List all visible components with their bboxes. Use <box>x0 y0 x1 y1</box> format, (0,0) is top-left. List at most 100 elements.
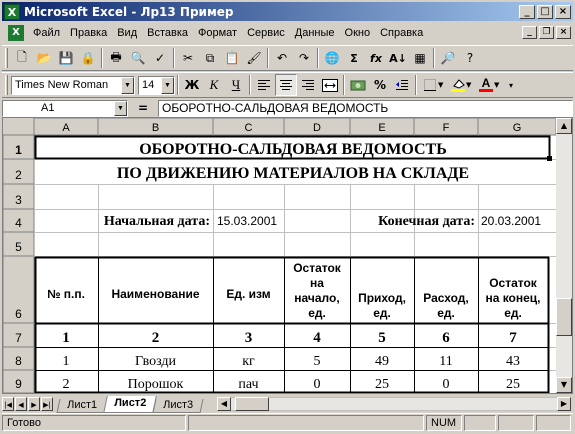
hscroll-thumb[interactable] <box>235 397 269 411</box>
table-cell: пач <box>238 377 258 392</box>
copy-icon[interactable]: ⧉ <box>199 47 221 69</box>
menu-item[interactable]: Вставка <box>142 27 193 39</box>
toolbar-separator <box>317 48 319 68</box>
scroll-left-icon[interactable]: ◀ <box>217 397 231 411</box>
italic-button[interactable]: К <box>203 74 225 96</box>
bold-button[interactable]: Ж <box>181 74 203 96</box>
zoom-icon[interactable]: 🔎 <box>437 47 459 69</box>
chevron-down-icon[interactable]: ▼ <box>466 81 475 89</box>
start-date-value: 15.03.2001 <box>217 214 277 228</box>
menu-item[interactable]: Файл <box>28 27 65 39</box>
scroll-thumb[interactable] <box>556 298 572 336</box>
fill-handle[interactable] <box>547 156 552 161</box>
chevron-down-icon[interactable]: ▼ <box>161 76 174 94</box>
menu-item[interactable]: Сервис <box>242 27 290 39</box>
menu-item[interactable]: Вид <box>112 27 142 39</box>
formula-input[interactable]: ОБОРОТНО-САЛЬДОВАЯ ВЕДОМОСТЬ <box>158 99 573 117</box>
table-header-text: ед. <box>437 306 455 320</box>
prev-sheet-icon[interactable]: ◀ <box>15 397 27 411</box>
scroll-down-icon[interactable]: ▼ <box>556 377 572 393</box>
format-painter-icon[interactable]: 🖌 <box>243 47 265 69</box>
name-box[interactable]: A1 ▼ <box>2 99 128 117</box>
sheet-tab[interactable]: Лист2 <box>103 396 157 413</box>
name-box-value: A1 <box>41 101 55 114</box>
maximize-button[interactable]: □ <box>537 4 553 19</box>
menu-item[interactable]: Данные <box>290 27 340 39</box>
toolbar-separator <box>433 48 435 68</box>
close-button[interactable]: × <box>555 4 571 19</box>
menu-item[interactable]: Справка <box>375 27 428 39</box>
sort-ascending-icon[interactable]: A↓ <box>387 47 409 69</box>
minimize-button[interactable]: _ <box>519 4 535 19</box>
autosum-icon[interactable]: Σ <box>343 47 365 69</box>
sheet-tab[interactable]: Лист3 <box>152 399 204 413</box>
font-name-select[interactable]: Times New Roman ▼ <box>11 75 135 95</box>
permission-icon[interactable]: 🔒 <box>77 47 99 69</box>
decrease-indent-icon[interactable] <box>391 74 413 96</box>
percent-icon[interactable]: % <box>369 74 391 96</box>
row-header-label: 5 <box>15 240 22 254</box>
toolbar-separator <box>267 48 269 68</box>
chevron-down-icon[interactable]: ▼ <box>494 81 503 89</box>
title-bar[interactable]: X Microsoft Excel - Лр13 Пример _ □ × <box>2 2 573 21</box>
column-header-label: D <box>313 122 321 134</box>
toolbar-grip[interactable] <box>5 48 8 68</box>
grid[interactable]: A B C D E F G 1 2 3 4 5 6 7 8 9 ОБОРОТНО-САЛЬДОВАЯ ВЕДОМ… <box>3 118 556 393</box>
underline-button[interactable]: Ч <box>225 74 247 96</box>
vertical-scrollbar[interactable]: ▲ ▼ <box>556 118 572 393</box>
chevron-down-icon[interactable]: ▼ <box>121 76 134 94</box>
align-left-icon[interactable] <box>253 74 275 96</box>
column-header-label: C <box>245 122 253 134</box>
scroll-up-icon[interactable]: ▲ <box>556 118 572 134</box>
table-header-text: Приход, <box>358 291 406 305</box>
worksheet[interactable]: A B C D E F G 1 2 3 4 5 6 7 8 9 ОБОРОТНО-САЛЬДОВАЯ ВЕДОМ… <box>2 117 573 394</box>
toolbar-separator <box>415 75 417 95</box>
table-header-text: на конец, <box>485 291 540 305</box>
merge-center-icon[interactable] <box>319 74 341 96</box>
paste-icon[interactable]: 📋 <box>221 47 243 69</box>
next-sheet-icon[interactable]: ▶ <box>28 397 40 411</box>
standard-toolbar: 🗋 📂 💾 🔒 🖶 🔍 ✓ ✂ ⧉ 📋 🖌 ↶ ↷ 🌐 Σfx A↓ ▦ 🔎? <box>2 45 573 71</box>
chart-wizard-icon[interactable]: ▦ <box>409 47 431 69</box>
align-right-icon[interactable] <box>297 74 319 96</box>
column-number: 6 <box>442 330 450 346</box>
font-size-select[interactable]: 14 ▼ <box>138 75 175 95</box>
open-folder-icon[interactable]: 📂 <box>33 47 55 69</box>
save-icon[interactable]: 💾 <box>55 47 77 69</box>
table-header-text: Ед. изм <box>226 287 270 301</box>
help-icon[interactable]: ? <box>459 47 481 69</box>
last-sheet-icon[interactable]: ▶| <box>41 397 53 411</box>
align-center-icon[interactable] <box>275 74 297 96</box>
scroll-right-icon[interactable]: ▶ <box>557 397 571 411</box>
doc-minimize-button[interactable]: _ <box>522 26 537 39</box>
chevron-down-icon[interactable]: ▼ <box>438 81 447 89</box>
print-icon[interactable]: 🖶 <box>105 47 127 69</box>
menu-item[interactable]: Окно <box>340 27 376 39</box>
row-header-label: 2 <box>15 168 22 182</box>
menu-item[interactable]: Формат <box>193 27 242 39</box>
menu-item[interactable]: Правка <box>65 27 112 39</box>
sheet-tab[interactable]: Лист1 <box>56 399 108 413</box>
cut-icon[interactable]: ✂ <box>177 47 199 69</box>
formula-equals[interactable]: = <box>128 101 158 115</box>
hyperlink-icon[interactable]: 🌐 <box>321 47 343 69</box>
table-cell: Порошок <box>128 377 184 392</box>
chevron-down-icon[interactable]: ▼ <box>114 100 127 116</box>
spelling-icon[interactable]: ✓ <box>149 47 171 69</box>
doc-restore-button[interactable]: ❐ <box>539 26 554 39</box>
toolbar-options-icon[interactable]: ▾ <box>509 81 513 90</box>
new-document-icon[interactable]: 🗋 <box>11 47 33 69</box>
horizontal-scrollbar[interactable]: ◀ ▶ <box>217 397 571 411</box>
excel-icon[interactable]: X <box>4 3 20 20</box>
print-preview-icon[interactable]: 🔍 <box>127 47 149 69</box>
sheet-tab-label: Лист3 <box>163 399 194 411</box>
row-header-label: 1 <box>15 143 22 157</box>
first-sheet-icon[interactable]: |◀ <box>2 397 14 411</box>
function-icon[interactable]: fx <box>365 47 387 69</box>
undo-icon[interactable]: ↶ <box>271 47 293 69</box>
doc-close-button[interactable]: × <box>556 26 571 39</box>
currency-icon[interactable] <box>347 74 369 96</box>
workbook-icon[interactable]: X <box>8 24 24 41</box>
toolbar-grip[interactable] <box>5 75 8 95</box>
redo-icon[interactable]: ↷ <box>293 47 315 69</box>
